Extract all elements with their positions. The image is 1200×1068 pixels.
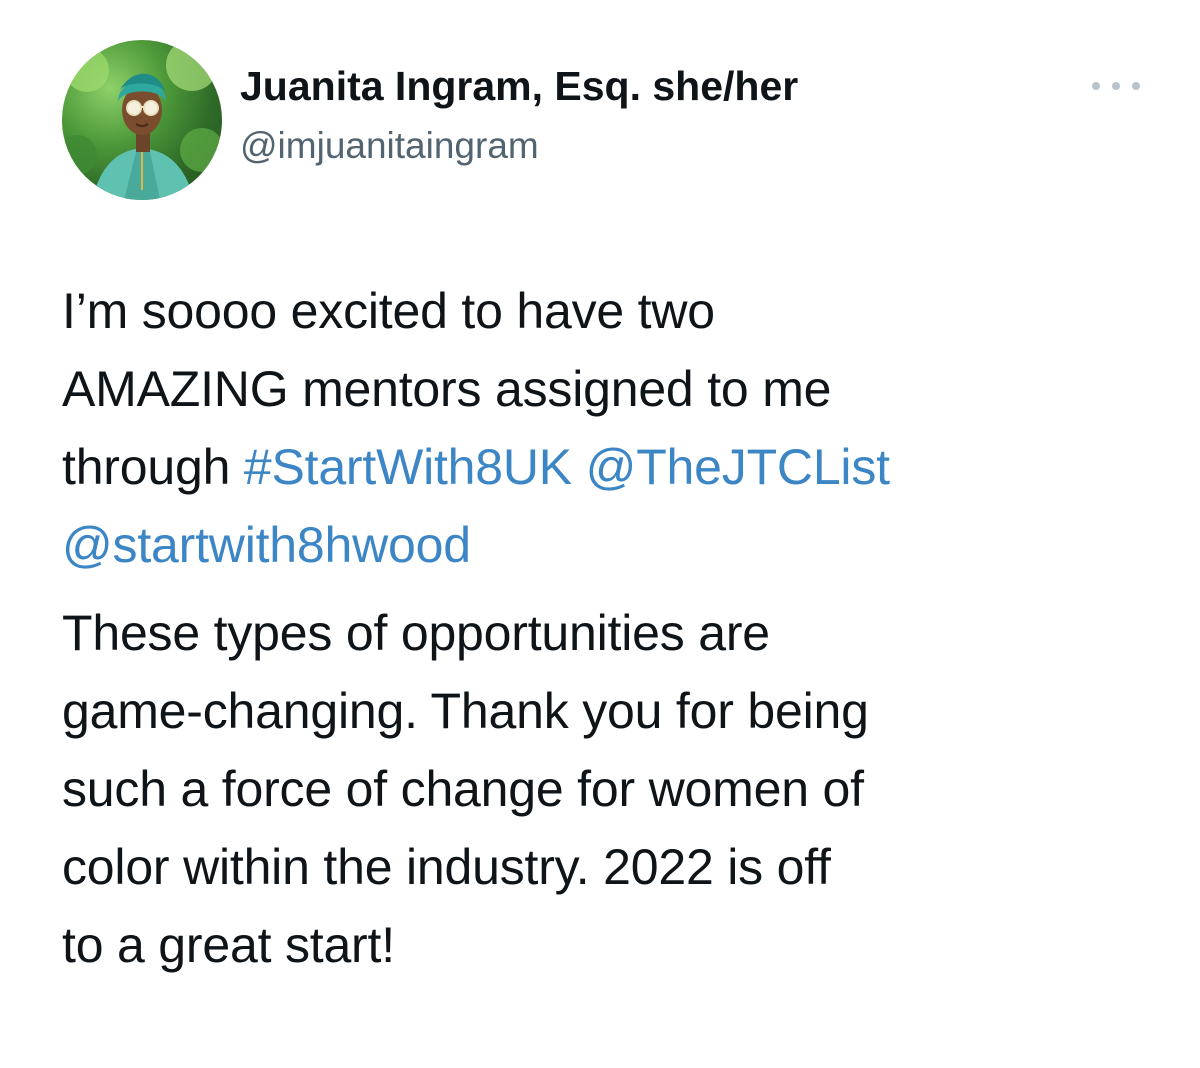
more-dot-icon: [1092, 82, 1100, 90]
tweet-card: Juanita Ingram, Esq. she/her @imjuanitai…: [0, 0, 1200, 1068]
profile-photo-icon: [62, 40, 222, 200]
tweet-line: through #StartWith8UK @TheJTCList: [62, 428, 1182, 506]
tweet-text: I’m soooo excited to have two AMAZING me…: [62, 272, 1182, 984]
more-options-button[interactable]: [1092, 72, 1140, 100]
tweet-line: AMAZING mentors assigned to me: [62, 361, 832, 417]
tweet-line: @startwith8hwood: [62, 506, 1182, 584]
tweet-line: such a force of change for women of: [62, 761, 864, 817]
more-dot-icon: [1112, 82, 1120, 90]
tweet-line: color within the industry. 2022 is off: [62, 839, 831, 895]
mention-link[interactable]: @TheJTCList: [586, 439, 890, 495]
tweet-text-segment: through: [62, 439, 244, 495]
hashtag-link[interactable]: #StartWith8UK: [244, 439, 572, 495]
author-avatar[interactable]: [62, 40, 222, 200]
author-handle[interactable]: @imjuanitaingram: [240, 122, 539, 170]
more-dot-icon: [1132, 82, 1140, 90]
tweet-line: to a great start!: [62, 917, 395, 973]
tweet-line: I’m soooo excited to have two: [62, 283, 715, 339]
tweet-paragraph: These types of opportunities are game-ch…: [62, 594, 1182, 984]
tweet-line: These types of opportunities are: [62, 605, 770, 661]
tweet-paragraph: I’m soooo excited to have two AMAZING me…: [62, 272, 1182, 584]
mention-link[interactable]: @startwith8hwood: [62, 517, 471, 573]
tweet-line: game-changing. Thank you for being: [62, 683, 869, 739]
author-name[interactable]: Juanita Ingram, Esq. she/her: [240, 60, 798, 112]
